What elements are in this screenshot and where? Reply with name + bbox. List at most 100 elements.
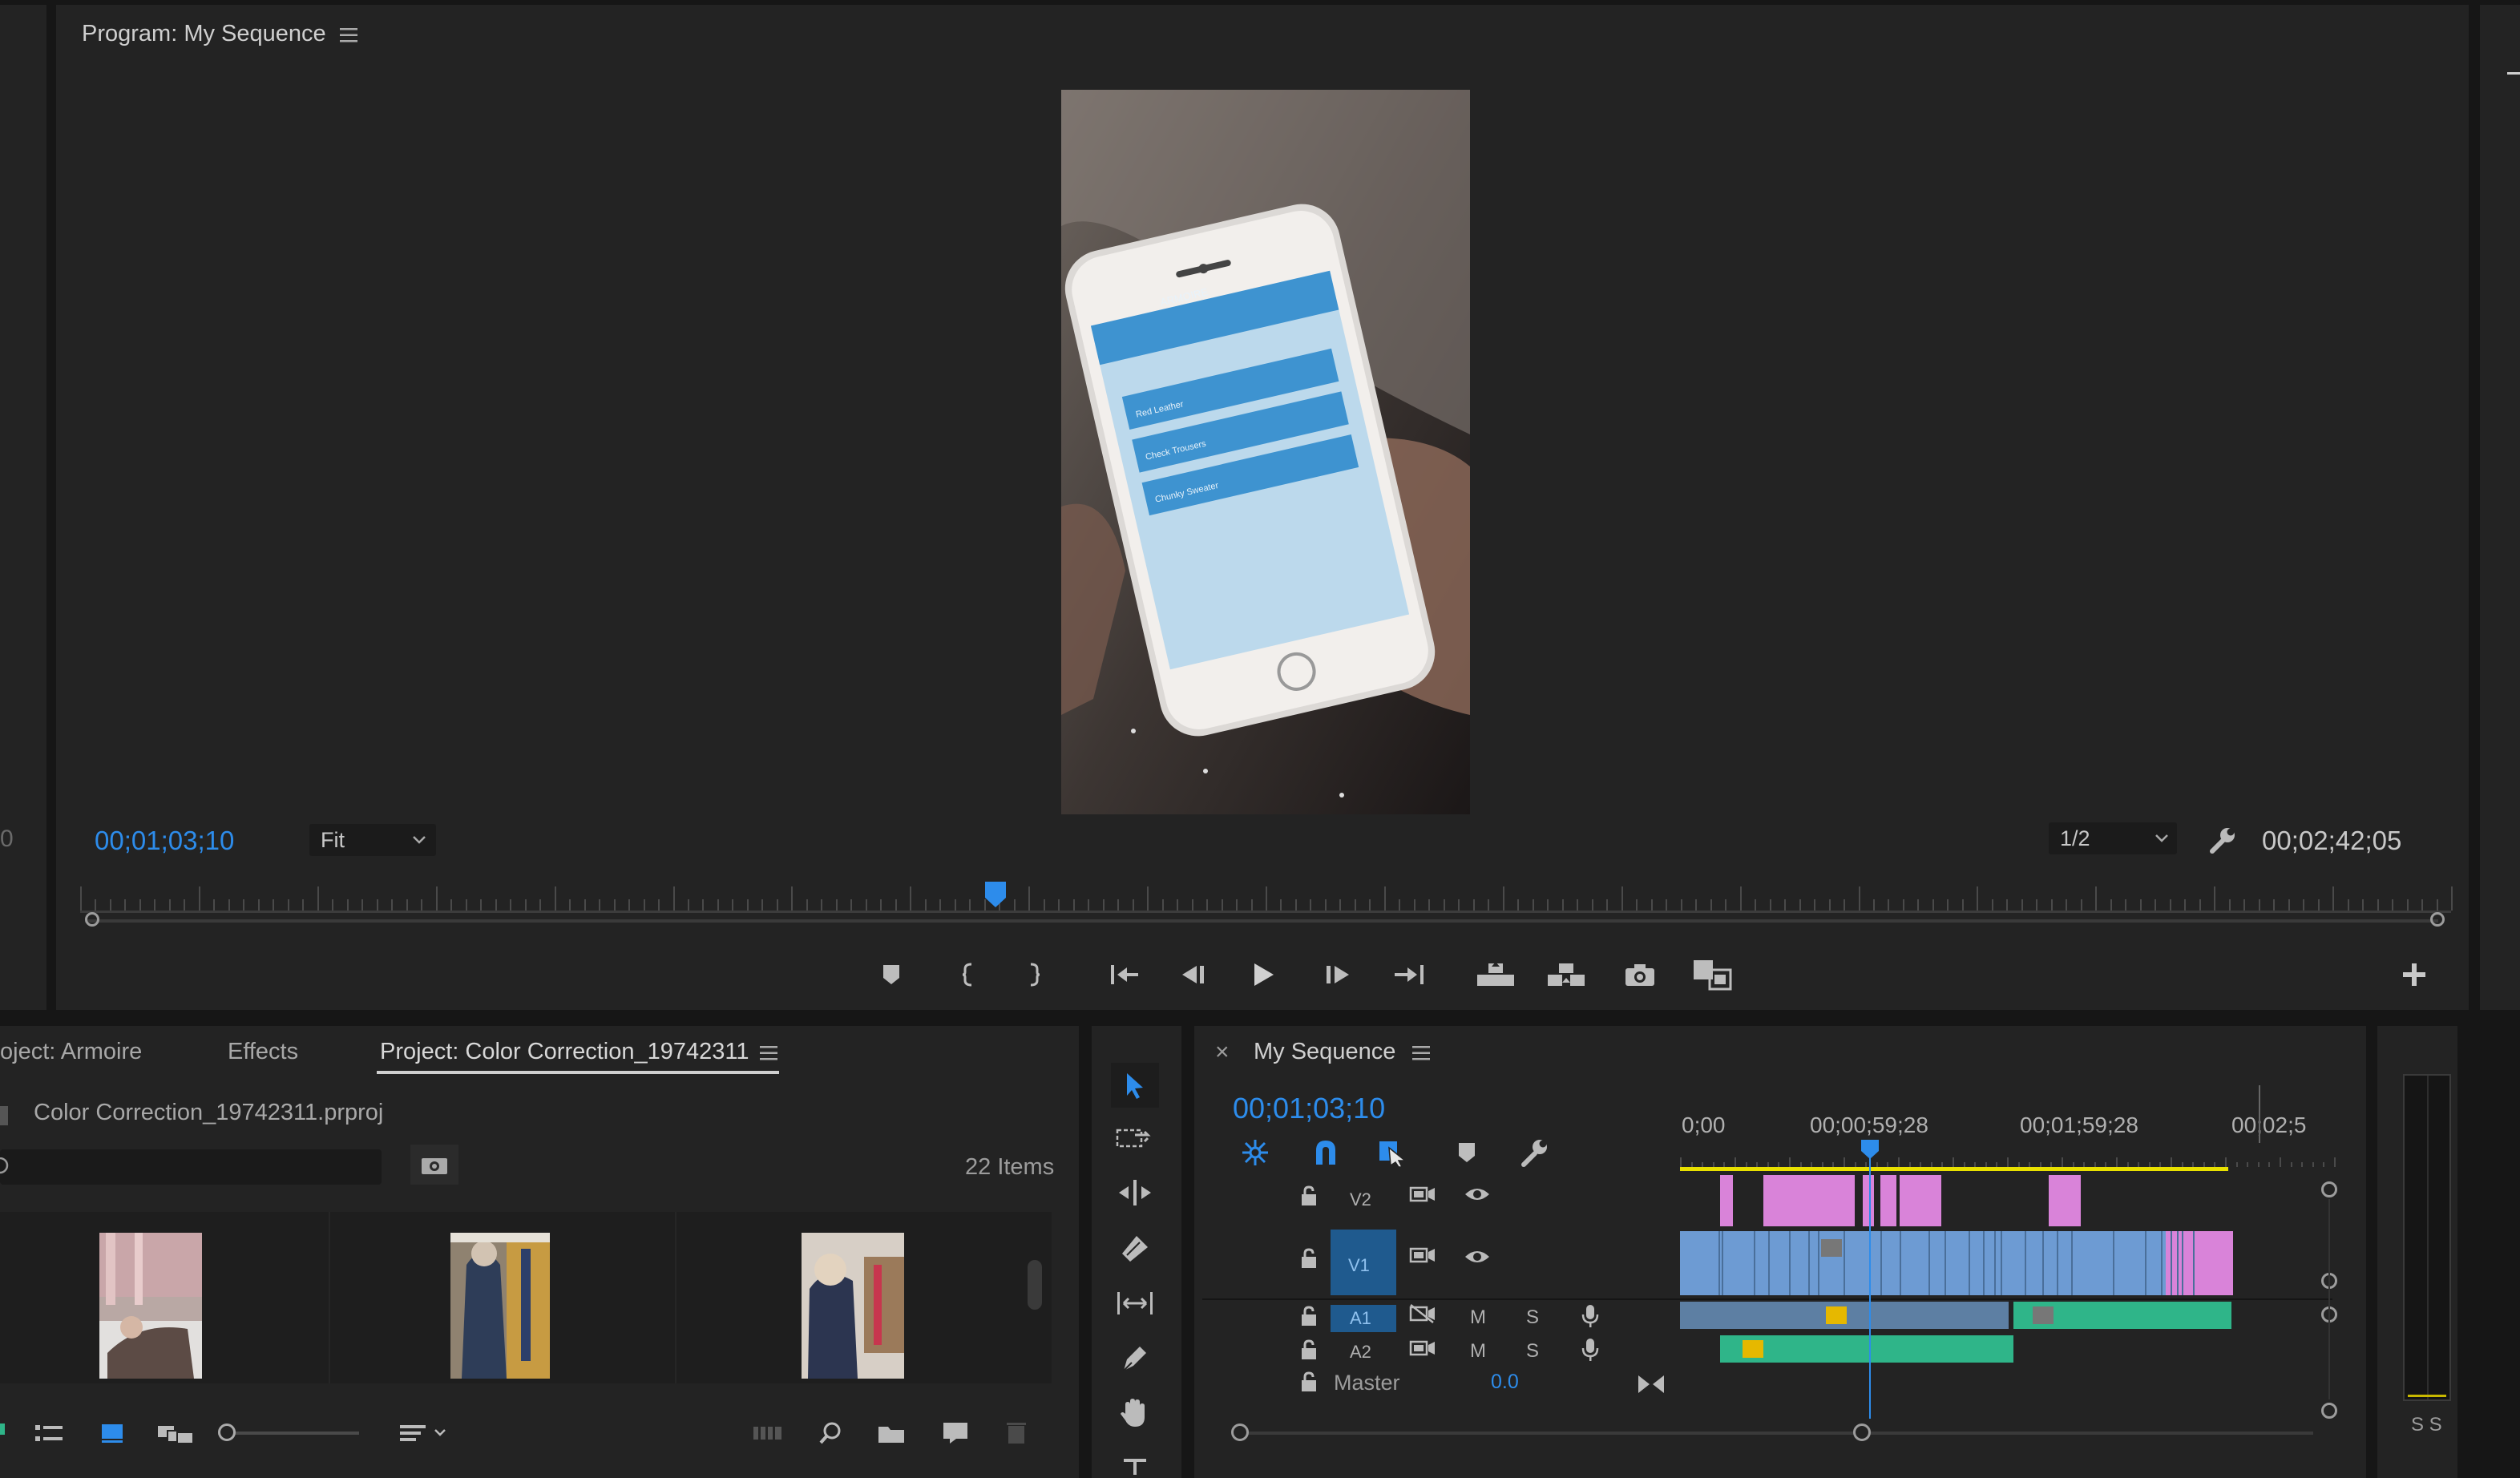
find-bin-button[interactable] xyxy=(410,1145,458,1185)
track-lock-icon[interactable] xyxy=(1300,1339,1318,1361)
track-target-v1[interactable]: V1 xyxy=(1331,1230,1396,1295)
fx-badge[interactable] xyxy=(1743,1340,1763,1358)
mute-button[interactable]: M xyxy=(1470,1306,1486,1329)
snap-button[interactable] xyxy=(1308,1137,1343,1169)
clear-button[interactable] xyxy=(1000,1419,1032,1448)
panel-menu-icon[interactable] xyxy=(760,1045,777,1061)
track-label-a2[interactable]: A2 xyxy=(1350,1342,1371,1363)
playhead-marker[interactable] xyxy=(985,882,1006,909)
play-button[interactable] xyxy=(1247,959,1279,991)
panel-menu-icon[interactable] xyxy=(340,27,357,43)
type-tool[interactable] xyxy=(1114,1448,1156,1478)
extract-button[interactable] xyxy=(1545,959,1587,991)
go-to-in-button[interactable] xyxy=(1108,960,1143,989)
comparison-view-button[interactable] xyxy=(1691,957,1735,992)
clip-thumbnail-2[interactable] xyxy=(450,1233,550,1379)
find-button[interactable] xyxy=(814,1419,846,1448)
add-marker-button[interactable] xyxy=(877,960,906,989)
program-monitor-title[interactable]: Program: My Sequence xyxy=(82,21,326,47)
v2-clip[interactable] xyxy=(2049,1175,2081,1226)
program-video-frame[interactable]: ARMOIRE Red Leather Check Trousers Chunk… xyxy=(1061,90,1470,814)
button-editor-plus[interactable] xyxy=(2400,960,2429,989)
timeline-scroll-handle-right[interactable] xyxy=(1853,1423,1871,1441)
sync-lock-off-icon[interactable] xyxy=(1409,1303,1436,1324)
track-lock-icon[interactable] xyxy=(1300,1371,1318,1393)
thumbnail-size-slider[interactable] xyxy=(218,1432,359,1435)
track-target-a1[interactable]: A1 xyxy=(1331,1305,1396,1332)
track-lock-icon[interactable] xyxy=(1300,1185,1318,1207)
sync-lock-icon[interactable] xyxy=(1409,1246,1436,1265)
nest-toggle-button[interactable] xyxy=(1238,1137,1273,1169)
timeline-title[interactable]: My Sequence xyxy=(1254,1039,1395,1065)
slip-tool[interactable] xyxy=(1114,1286,1156,1321)
step-back-button[interactable] xyxy=(1178,960,1210,989)
razor-tool[interactable] xyxy=(1114,1231,1156,1266)
v2-clip[interactable] xyxy=(1863,1175,1874,1226)
v2-clip[interactable] xyxy=(1900,1175,1941,1226)
mark-out-button[interactable] xyxy=(1020,960,1048,989)
work-area-bar[interactable] xyxy=(1680,1167,2228,1171)
microphone-icon[interactable] xyxy=(1581,1337,1600,1363)
clip-thumbnail-3[interactable] xyxy=(802,1233,904,1379)
timeline-scroll-handle-left[interactable] xyxy=(1231,1423,1249,1441)
track-select-tool[interactable] xyxy=(1114,1121,1156,1156)
tab-project-color-correction[interactable]: Project: Color Correction_19742311 xyxy=(380,1039,749,1065)
export-frame-button[interactable] xyxy=(1622,959,1658,991)
settings-wrench-icon[interactable] xyxy=(2206,824,2238,856)
eye-icon[interactable] xyxy=(1464,1185,1491,1204)
clip-thumbnail-1[interactable] xyxy=(99,1233,202,1379)
project-search-input[interactable] xyxy=(0,1149,382,1185)
linked-selection-button[interactable] xyxy=(1374,1137,1412,1169)
hand-tool[interactable] xyxy=(1114,1395,1156,1430)
zoom-handle-left[interactable] xyxy=(85,912,99,927)
eye-icon[interactable] xyxy=(1464,1247,1491,1266)
a2-clip-green[interactable] xyxy=(1720,1335,2013,1363)
pen-tool[interactable] xyxy=(1114,1340,1156,1375)
zoom-handle-right[interactable] xyxy=(2430,912,2445,927)
master-volume-value[interactable]: 0.0 xyxy=(1491,1371,1519,1394)
program-timecode[interactable]: 00;01;03;10 xyxy=(95,826,234,856)
program-time-ruler[interactable] xyxy=(80,882,2453,914)
solo-button[interactable]: S xyxy=(1526,1340,1539,1363)
track-height-handle[interactable] xyxy=(2321,1181,2337,1197)
list-view-button[interactable] xyxy=(32,1419,67,1448)
go-to-endpoints-icon[interactable] xyxy=(1637,1374,1666,1395)
zoom-dropdown[interactable]: Fit xyxy=(309,824,436,856)
new-bin-button[interactable] xyxy=(874,1419,909,1448)
fx-badge[interactable] xyxy=(1821,1239,1842,1257)
step-forward-button[interactable] xyxy=(1321,960,1353,989)
ripple-edit-tool[interactable] xyxy=(1114,1175,1156,1210)
automate-to-sequence-button[interactable] xyxy=(750,1419,785,1448)
resolution-dropdown[interactable]: 1/2 xyxy=(2049,822,2177,854)
sync-lock-icon[interactable] xyxy=(1409,1185,1436,1204)
icon-view-button[interactable] xyxy=(98,1419,127,1448)
lift-button[interactable] xyxy=(1475,959,1516,991)
close-icon[interactable]: × xyxy=(1215,1039,1230,1066)
microphone-icon[interactable] xyxy=(1581,1303,1600,1329)
panel-menu-icon[interactable] xyxy=(1412,1045,1430,1061)
tab-effects[interactable]: Effects xyxy=(228,1039,298,1065)
track-lock-icon[interactable] xyxy=(1300,1305,1318,1327)
add-marker-button[interactable] xyxy=(1451,1138,1483,1167)
fx-badge[interactable] xyxy=(2033,1306,2054,1324)
selection-tool[interactable] xyxy=(1111,1063,1159,1108)
timeline-timecode[interactable]: 00;01;03;10 xyxy=(1233,1092,1385,1125)
grid-scrollbar[interactable] xyxy=(1028,1260,1042,1310)
thumbnail-size-handle[interactable] xyxy=(218,1423,236,1441)
tab-project-armoire[interactable]: oject: Armoire xyxy=(0,1039,142,1065)
zoom-scroll-bar[interactable] xyxy=(85,919,2438,923)
fx-badge[interactable] xyxy=(1826,1306,1847,1324)
go-to-out-button[interactable] xyxy=(1391,960,1427,989)
track-height-handle[interactable] xyxy=(2321,1403,2337,1419)
mute-button[interactable]: M xyxy=(1470,1340,1486,1363)
mark-in-button[interactable] xyxy=(954,960,983,989)
freeform-view-button[interactable] xyxy=(155,1419,196,1448)
v2-clip[interactable] xyxy=(1763,1175,1855,1226)
timeline-scroll-track[interactable] xyxy=(1239,1432,2313,1435)
solo-button[interactable]: S xyxy=(1526,1306,1539,1329)
meter-solo-labels[interactable]: S S xyxy=(2411,1414,2442,1436)
track-label-v2[interactable]: V2 xyxy=(1350,1189,1371,1210)
sync-lock-icon[interactable] xyxy=(1409,1339,1436,1358)
timeline-settings-button[interactable] xyxy=(1516,1137,1552,1169)
sort-icons-button[interactable] xyxy=(396,1419,452,1448)
